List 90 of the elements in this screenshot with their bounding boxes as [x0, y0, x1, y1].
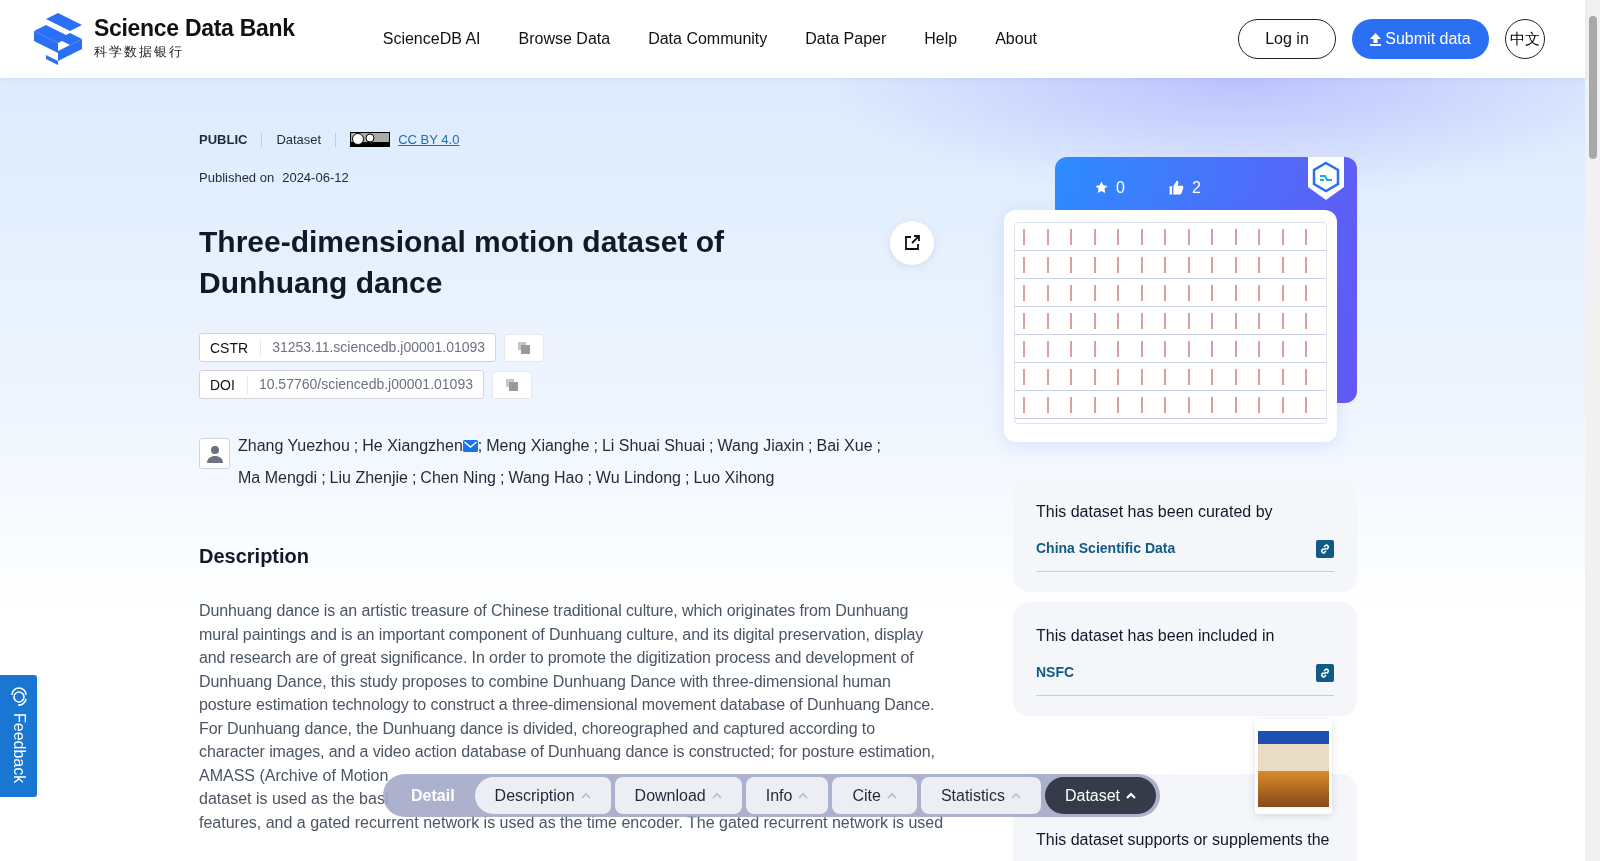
- section-tab[interactable]: Info: [745, 777, 829, 814]
- published-label: Published on: [199, 168, 275, 187]
- published-date: 2024-06-12: [282, 168, 349, 187]
- supplement-text: This dataset supports or supplements the: [1036, 830, 1331, 850]
- separator-text: ;: [587, 468, 592, 488]
- language-button[interactable]: 中文: [1505, 19, 1545, 59]
- identifier-label: DOI: [200, 375, 248, 394]
- author-name[interactable]: Wang Jiaxin: [717, 430, 805, 462]
- feedback-button[interactable]: Feedback: [0, 675, 37, 797]
- logo-subtitle: 科学数据银行: [94, 42, 185, 61]
- chevron-up-icon: [886, 792, 897, 799]
- author-name[interactable]: Liu Zhenjie: [329, 462, 408, 494]
- author-name[interactable]: Ma Mengdi: [238, 462, 318, 494]
- identifier-value: 10.57760/sciencedb.j00001.01093: [257, 375, 474, 394]
- email-icon[interactable]: [462, 440, 478, 452]
- section-tab[interactable]: Dataset: [1044, 777, 1157, 814]
- like-count: 2: [1191, 177, 1201, 198]
- description-line: dataset is used as the basi: [199, 789, 389, 809]
- relation-link[interactable]: NSFC: [1036, 662, 1075, 683]
- separator-text: ;: [499, 468, 505, 488]
- feedback-icon: [8, 687, 29, 707]
- nav-link[interactable]: Data Community: [648, 27, 768, 51]
- logo-title: Science Data Bank: [94, 16, 295, 40]
- description-text: Dunhuang dance is an artistic treasure of Chinese traditional culture, which originates from Dunhuang mural paintings and is an important component of Dunhuang culture, and its digital preservation, display and research are of great significance. In order to promote the digitization process and development of Dunhuang Dance, this study proposes to combine Dunhuang Dance with three-dimensional human posture estimation technology to construct a three-dimensional movement database of Dunhuang Dance. For Dunhuang dance, the Dunhuang dance is divided, choreographed and captured according to character images, and a video action database of Dunhuang dance is constructed; for posture estimation,: [199, 601, 936, 762]
- toolbar-title: Detail: [411, 785, 455, 806]
- author-name[interactable]: Chen Ning: [420, 462, 496, 494]
- share-button[interactable]: [890, 221, 934, 265]
- chevron-up-icon: [1126, 792, 1137, 799]
- scrollbar-thumb[interactable]: [1588, 16, 1597, 159]
- author-name[interactable]: Luo Xihong: [693, 462, 775, 494]
- copy-button[interactable]: [491, 370, 532, 399]
- section-tab[interactable]: Description: [474, 777, 611, 814]
- identifier-label: CSTR: [200, 338, 262, 357]
- relation-link[interactable]: China Scientific Data: [1036, 538, 1176, 559]
- chevron-up-icon: [711, 792, 722, 799]
- section-tab[interactable]: Download: [614, 777, 742, 814]
- thumbs-up-icon: [1168, 180, 1184, 195]
- favorite-count: 0: [1116, 177, 1125, 198]
- separator-text: ;: [321, 468, 326, 488]
- relation-heading: This dataset has been included in: [1036, 626, 1276, 646]
- section-tab[interactable]: Cite: [832, 777, 917, 814]
- separator-text: ;: [876, 436, 882, 456]
- link-icon[interactable]: [1316, 663, 1334, 682]
- identifier-value: 31253.11.sciencedb.j00001.01093: [271, 338, 487, 357]
- access-label: PUBLIC: [199, 131, 248, 149]
- license-icon: [350, 132, 391, 148]
- nav-link[interactable]: Data Paper: [805, 27, 887, 51]
- separator-text: ;: [709, 436, 714, 456]
- chevron-up-icon: [580, 792, 591, 799]
- author-name[interactable]: Zhang Yuezhou: [238, 430, 350, 462]
- copy-icon: [518, 341, 531, 354]
- user-icon: [199, 438, 230, 469]
- nav-link[interactable]: ScienceDB AI: [382, 27, 481, 51]
- author-name[interactable]: Bai Xue: [816, 430, 873, 462]
- author-name[interactable]: Li Shuai Shuai: [601, 430, 706, 462]
- author-name[interactable]: Wu Lindong: [595, 462, 681, 494]
- external-link-icon: [903, 234, 921, 252]
- license-link[interactable]: CC BY 4.0: [398, 130, 460, 150]
- author-name[interactable]: Wang Hao: [508, 462, 584, 494]
- author-name[interactable]: Meng Xianghe: [486, 430, 590, 462]
- chevron-up-icon: [1010, 792, 1021, 799]
- star-icon: [1095, 181, 1108, 194]
- hexagon-badge-icon: [1307, 157, 1345, 200]
- separator-text: ;: [411, 468, 417, 488]
- link-icon[interactable]: [1316, 539, 1334, 558]
- separator-text: ;: [477, 436, 483, 456]
- login-button[interactable]: Log in: [1238, 19, 1336, 59]
- chain-icon: [1319, 666, 1331, 679]
- author-name[interactable]: He Xiangzhen: [362, 430, 463, 462]
- type-label: Dataset: [276, 131, 322, 149]
- separator-text: ;: [808, 436, 813, 456]
- separator-text: ;: [353, 436, 359, 456]
- scrollbar[interactable]: [1585, 0, 1600, 861]
- nav-link[interactable]: Help: [924, 27, 958, 51]
- nav-link[interactable]: Browse Data: [518, 27, 611, 51]
- chevron-up-icon: [798, 792, 809, 799]
- copy-icon: [505, 378, 518, 391]
- upload-icon: [1370, 32, 1382, 46]
- separator-text: ;: [684, 468, 690, 488]
- dataset-title: Three-dimensional motion dataset of Dunhuang dance: [199, 224, 726, 301]
- nav-link[interactable]: About: [995, 27, 1037, 51]
- copy-button[interactable]: [504, 333, 545, 362]
- separator-text: ;: [593, 436, 598, 456]
- chain-icon: [1319, 542, 1331, 555]
- section-tab[interactable]: Statistics: [920, 777, 1041, 814]
- relation-heading: This dataset has been curated by: [1036, 502, 1274, 522]
- description-line: features, and a gated recurrent network is used as the time encoder. The gated recurrent network is used: [199, 812, 944, 833]
- submit-data-button[interactable]: Submit data: [1352, 19, 1489, 59]
- section-heading: Description: [199, 544, 311, 568]
- description-line: AMASS (Archive of Motion: [199, 765, 389, 786]
